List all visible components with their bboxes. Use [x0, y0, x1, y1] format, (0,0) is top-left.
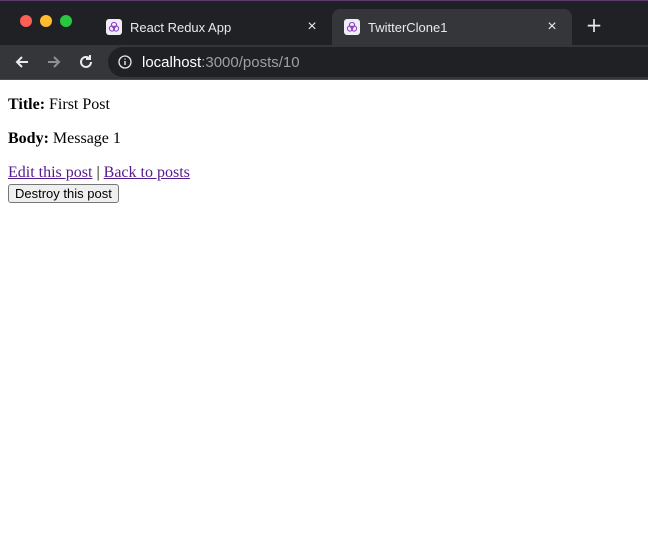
post-body-value: Message 1	[48, 130, 121, 147]
tab-title: TwitterClone1	[368, 19, 448, 35]
browser-tab-strip: React Redux App × TwitterClone1 × +	[0, 0, 648, 45]
forward-arrow-icon[interactable]	[42, 50, 66, 74]
back-arrow-icon[interactable]	[10, 50, 34, 74]
reload-icon[interactable]	[74, 50, 98, 74]
body-label: Body:	[8, 130, 49, 147]
back-to-posts-link[interactable]: Back to posts	[104, 164, 190, 181]
browser-toolbar: localhost:3000/posts/10	[0, 45, 648, 80]
close-window-button[interactable]	[20, 15, 32, 27]
new-tab-button[interactable]: +	[582, 13, 606, 37]
destroy-post-button[interactable]: Destroy this post	[8, 184, 119, 203]
zoom-window-button[interactable]	[60, 15, 72, 27]
tab-title: React Redux App	[130, 19, 232, 35]
tab-react-redux-app[interactable]: React Redux App ×	[94, 9, 332, 45]
url-host: localhost	[142, 53, 202, 71]
post-actions: Edit this post | Back to posts	[8, 164, 640, 182]
window-controls	[20, 15, 72, 27]
edit-post-link[interactable]: Edit this post	[8, 164, 92, 181]
address-bar[interactable]: localhost:3000/posts/10	[108, 47, 648, 77]
minimize-window-button[interactable]	[40, 15, 52, 27]
tab-close-icon[interactable]: ×	[544, 18, 560, 36]
page-content: Title: First Post Body: Message 1 Edit t…	[0, 80, 648, 211]
title-label: Title:	[8, 96, 46, 113]
tab-twitterclone1[interactable]: TwitterClone1 ×	[332, 9, 572, 45]
site-info-icon[interactable]	[118, 55, 132, 69]
tab-close-icon[interactable]: ×	[304, 18, 320, 36]
post-title-value: First Post	[45, 96, 110, 113]
app-favicon-icon	[344, 19, 360, 35]
post-title-row: Title: First Post	[8, 96, 640, 114]
url-path: :3000/posts/10	[201, 53, 300, 71]
post-body-row: Body: Message 1	[8, 130, 640, 148]
link-separator: |	[92, 164, 104, 181]
app-favicon-icon	[106, 19, 122, 35]
